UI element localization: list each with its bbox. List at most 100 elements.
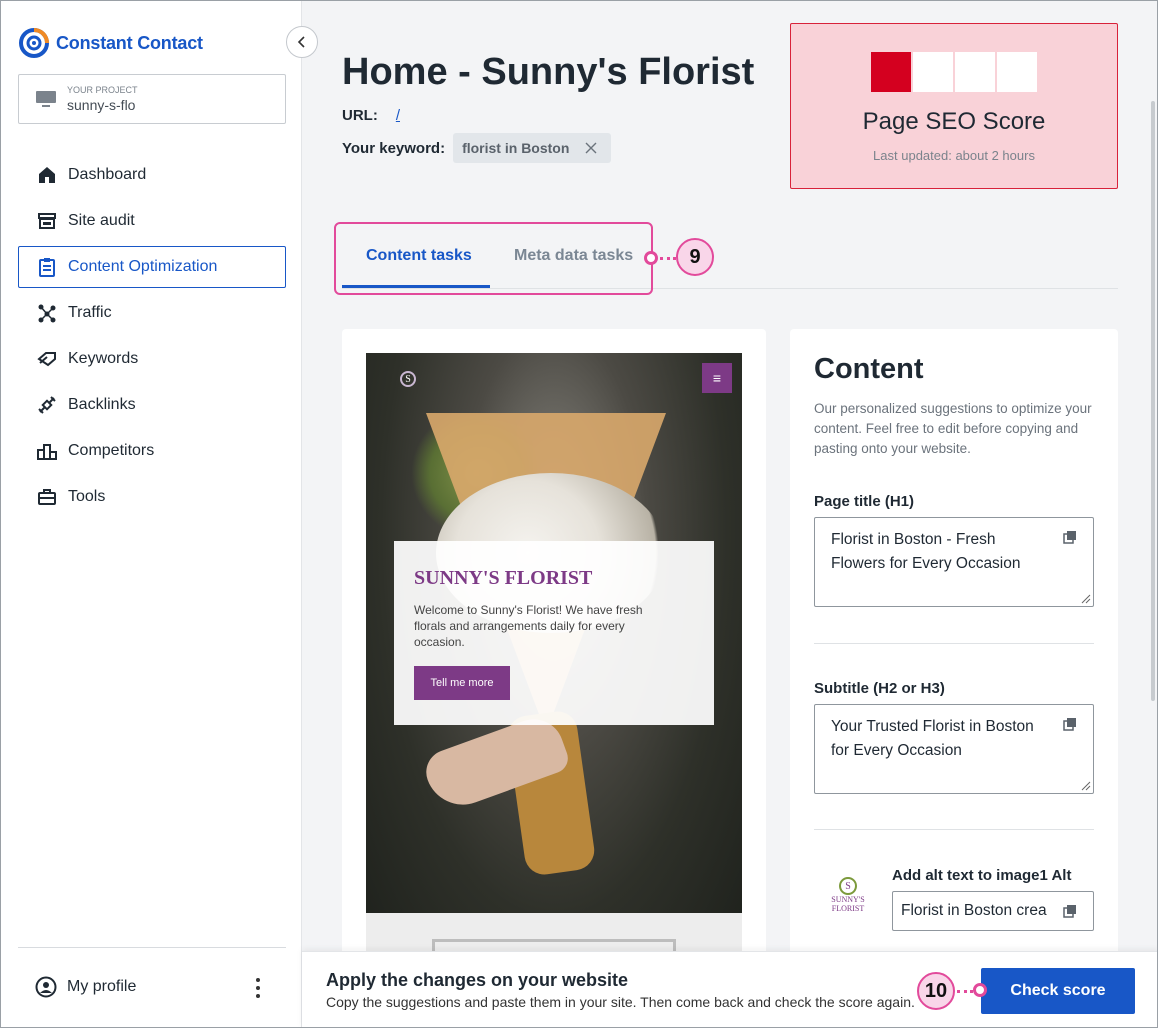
copy-icon[interactable]: [1063, 904, 1077, 918]
more-options-icon[interactable]: [249, 976, 267, 1000]
subtitle-label: Subtitle (H2 or H3): [814, 680, 945, 697]
sidebar-divider: [18, 947, 286, 948]
sidebar: Constant Contact YOUR PROJECT sunny-s-fl…: [1, 1, 302, 1027]
sidebar-nav: Dashboard Site audit Content Optimizatio…: [18, 154, 286, 522]
preview-tell-me-more-button: Tell me more: [414, 666, 510, 700]
apply-changes-bar: Apply the changes on your website Copy t…: [302, 951, 1157, 1027]
seo-score-bar: [871, 52, 1037, 92]
network-icon: [36, 302, 58, 324]
callout-connector: [957, 990, 973, 993]
sidebar-item-label: Site audit: [68, 212, 135, 229]
sidebar-item-label: Competitors: [68, 442, 155, 459]
home-icon: [36, 164, 58, 186]
brand-name: Constant Contact: [56, 32, 203, 53]
store-icon: [36, 210, 58, 232]
project-name: sunny-s-flo: [67, 97, 136, 113]
brand-logo[interactable]: Constant Contact: [18, 27, 203, 59]
alt-text-label: Add alt text to image1 Alt: [892, 867, 1072, 884]
sidebar-item-traffic[interactable]: Traffic: [18, 292, 286, 334]
keyword-label: Your keyword:: [342, 139, 446, 157]
copy-icon[interactable]: [1063, 530, 1077, 544]
preview-logo: S: [400, 371, 416, 387]
thumbnail-logo-letter: S: [839, 877, 857, 895]
sidebar-item-label: Tools: [68, 488, 106, 505]
app-window: Constant Contact YOUR PROJECT sunny-s-fl…: [0, 0, 1158, 1028]
callout-ring: [644, 251, 658, 265]
copy-icon[interactable]: [1063, 717, 1077, 731]
seo-last-updated: Last updated: about 2 hours: [873, 148, 1035, 163]
page-preview-image: S ≡ SUNNY'S FLORIST Welcome to Sunny's F…: [366, 353, 742, 953]
scrollbar[interactable]: [1151, 101, 1155, 701]
callout-badge-10: 10: [917, 972, 955, 1010]
preview-hero-overlay: SUNNY'S FLORIST Welcome to Sunny's Flori…: [394, 541, 714, 725]
sidebar-item-label: Backlinks: [68, 396, 136, 413]
collapse-sidebar-button[interactable]: [286, 26, 318, 58]
main-content: Home - Sunny's Florist URL: / Your keywo…: [302, 1, 1157, 1027]
seo-score-card: Page SEO Score Last updated: about 2 hou…: [790, 23, 1118, 189]
page-title-textarea[interactable]: Florist in Boston - Fresh Flowers for Ev…: [814, 517, 1094, 607]
image-thumbnail: S SUNNY'S FLORIST: [828, 877, 868, 917]
sidebar-item-label: Dashboard: [68, 166, 147, 183]
content-suggestions-card: Content Our personalized suggestions to …: [790, 329, 1118, 969]
apply-changes-subtitle: Copy the suggestions and paste them in y…: [326, 994, 915, 1010]
thumbnail-logo-line2: FLORIST: [831, 904, 865, 913]
seo-score-segment: [913, 52, 953, 92]
apply-changes-title: Apply the changes on your website: [326, 970, 629, 990]
sidebar-item-keywords[interactable]: Keywords: [18, 338, 286, 380]
callout-badge-9: 9: [676, 238, 714, 276]
sidebar-item-label: Traffic: [68, 304, 112, 321]
resize-handle-icon[interactable]: [1081, 594, 1091, 604]
page-preview-card: S ≡ SUNNY'S FLORIST Welcome to Sunny's F…: [342, 329, 766, 969]
thumbnail-logo-line1: SUNNY'S: [831, 895, 865, 904]
callout-ring: [973, 983, 987, 997]
sidebar-item-tools[interactable]: Tools: [18, 476, 286, 518]
chevron-left-icon: [297, 36, 305, 48]
project-label: YOUR PROJECT: [67, 85, 138, 95]
subtitle-textarea[interactable]: Your Trusted Florist in Boston for Every…: [814, 704, 1094, 794]
seo-score-segment: [997, 52, 1037, 92]
project-selector[interactable]: YOUR PROJECT sunny-s-flo: [18, 74, 286, 124]
keyword-chip: florist in Boston: [453, 133, 612, 163]
check-score-button[interactable]: Check score: [981, 968, 1135, 1014]
monitor-icon: [36, 91, 56, 107]
sidebar-item-competitors[interactable]: Competitors: [18, 430, 286, 472]
link-icon: [36, 394, 58, 416]
preview-brand-name: SUNNY'S FLORIST: [414, 567, 593, 589]
sidebar-item-content-optimization[interactable]: Content Optimization: [18, 246, 286, 288]
page-title-value: Florist in Boston - Fresh Flowers for Ev…: [831, 531, 1021, 572]
content-title: Content: [814, 353, 924, 385]
alt-text-input[interactable]: Florist in Boston crea: [892, 891, 1094, 931]
tag-icon: [36, 348, 58, 370]
callout-highlight-tabs: [334, 222, 653, 295]
content-description: Our personalized suggestions to optimize…: [814, 401, 1092, 456]
keyword-value: florist in Boston: [462, 140, 570, 156]
sidebar-item-label: Content Optimization: [68, 258, 218, 275]
user-circle-icon: [35, 976, 57, 998]
profile-label: My profile: [67, 978, 137, 995]
preview-welcome-text: Welcome to Sunny's Florist! We have fres…: [414, 603, 643, 649]
toolbox-icon: [36, 486, 58, 508]
url-label: URL:: [342, 107, 378, 124]
keyword-row: Your keyword: florist in Boston: [342, 133, 612, 163]
page-title-label: Page title (H1): [814, 493, 915, 510]
sidebar-item-dashboard[interactable]: Dashboard: [18, 154, 286, 196]
my-profile-link[interactable]: My profile: [35, 976, 136, 998]
seo-score-segment: [871, 52, 911, 92]
url-link[interactable]: /: [396, 107, 400, 124]
alt-text-value: Florist in Boston crea: [901, 902, 1047, 919]
podium-icon: [36, 440, 58, 462]
sidebar-item-backlinks[interactable]: Backlinks: [18, 384, 286, 426]
seo-score-segment: [955, 52, 995, 92]
clipboard-icon: [36, 256, 58, 278]
callout-connector: [660, 257, 676, 260]
sidebar-item-label: Keywords: [68, 350, 139, 367]
hamburger-menu-icon: ≡: [702, 363, 732, 393]
resize-handle-icon[interactable]: [1081, 781, 1091, 791]
url-row: URL: /: [342, 107, 400, 124]
seo-score-title: Page SEO Score: [862, 108, 1046, 135]
subtitle-value: Your Trusted Florist in Boston for Every…: [831, 718, 1034, 759]
page-title: Home - Sunny's Florist: [342, 51, 755, 93]
constant-contact-logo-icon: [19, 28, 49, 58]
sidebar-item-site-audit[interactable]: Site audit: [18, 200, 286, 242]
close-icon[interactable]: [585, 142, 597, 154]
